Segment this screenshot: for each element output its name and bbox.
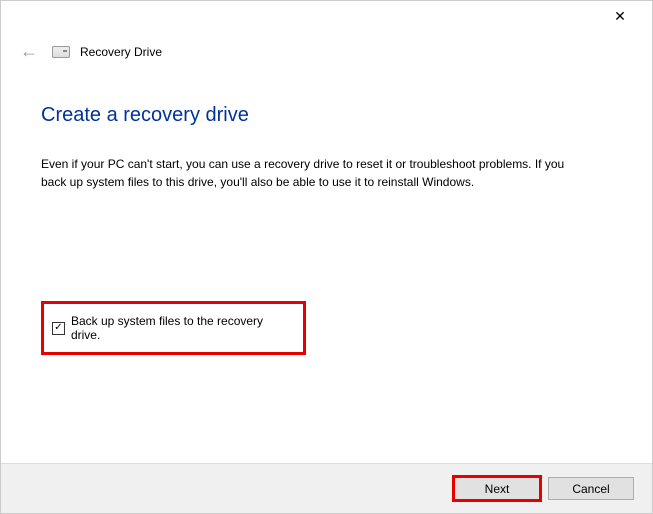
cancel-button[interactable]: Cancel	[548, 477, 634, 500]
page-heading: Create a recovery drive	[41, 104, 612, 127]
wizard-header: ← Recovery Drive	[1, 31, 652, 64]
next-button[interactable]: Next	[454, 477, 540, 500]
content-area: Create a recovery drive Even if your PC …	[1, 64, 652, 355]
titlebar: ✕	[1, 1, 652, 31]
backup-checkbox[interactable]: ✓	[52, 322, 65, 335]
page-description: Even if your PC can't start, you can use…	[41, 155, 581, 191]
wizard-footer: Next Cancel	[1, 463, 652, 513]
backup-checkbox-row[interactable]: ✓ Back up system files to the recovery d…	[41, 301, 306, 355]
checkmark-icon: ✓	[54, 323, 62, 333]
back-arrow-icon: ←	[16, 39, 42, 64]
wizard-title: Recovery Drive	[80, 45, 162, 59]
drive-icon	[52, 46, 70, 58]
close-button[interactable]: ✕	[600, 2, 640, 30]
backup-checkbox-label: Back up system files to the recovery dri…	[71, 314, 295, 342]
close-icon: ✕	[614, 8, 626, 25]
